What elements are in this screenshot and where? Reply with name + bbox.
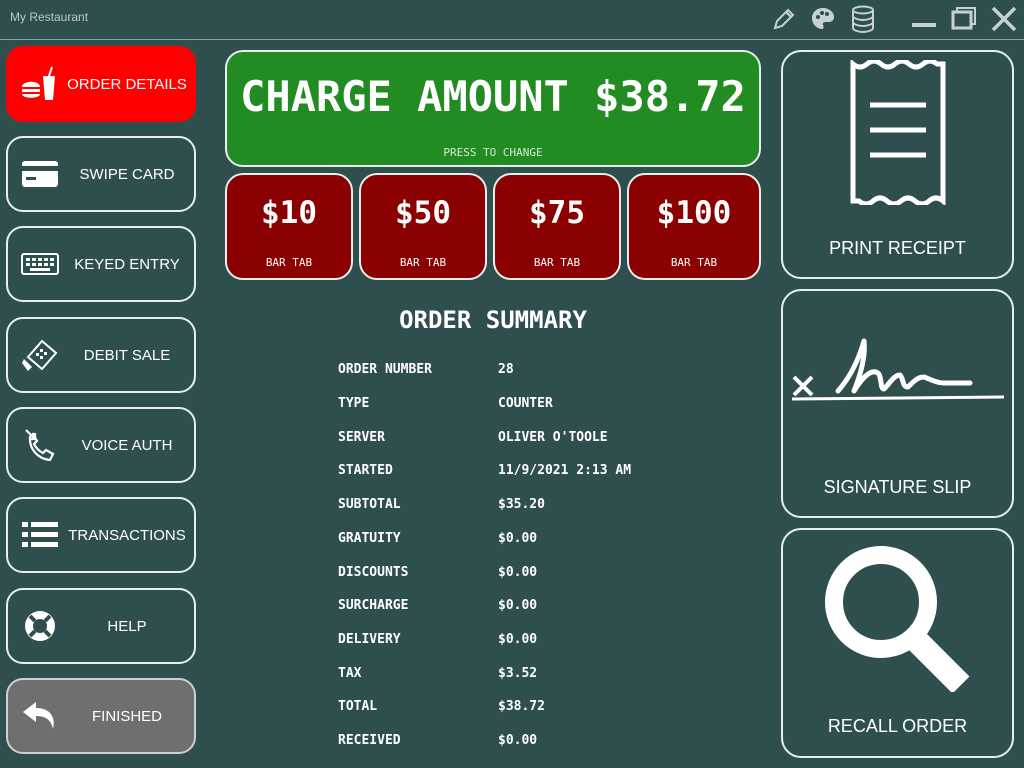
sidebar-item-label: TRANSACTIONS [68, 526, 186, 544]
bar-tab-label: BAR TAB [399, 256, 447, 269]
return-arrow-icon [14, 696, 66, 736]
summary-value: $0.00 [498, 598, 538, 613]
bar-tab-label: BAR TAB [533, 256, 581, 269]
recall-order-label: RECALL ORDER [827, 716, 968, 736]
summary-row: SURCHARGE $0.00 [338, 598, 758, 618]
sidebar-item-help[interactable]: HELP [6, 588, 196, 664]
sidebar-item-keyed-entry[interactable]: KEYED ENTRY [6, 226, 196, 302]
summary-row: DELIVERY $0.00 [338, 632, 758, 652]
sidebar-item-finished[interactable]: FINISHED [6, 678, 196, 754]
summary-value: $35.20 [498, 497, 545, 512]
summary-value: $0.00 [498, 531, 538, 546]
list-icon [14, 515, 66, 555]
summary-row: TYPE COUNTER [338, 396, 758, 416]
recall-order-button[interactable]: RECALL ORDER [781, 528, 1014, 758]
pencil-icon[interactable] [770, 5, 798, 33]
summary-key: DISCOUNTS [338, 565, 409, 580]
summary-row: DISCOUNTS $0.00 [338, 565, 758, 585]
summary-row: TOTAL $38.72 [338, 699, 758, 719]
summary-key: STARTED [338, 463, 393, 478]
summary-key: GRATUITY [338, 531, 401, 546]
app-title: My Restaurant [10, 10, 89, 24]
sidebar-item-debit-sale[interactable]: DEBIT SALE [6, 317, 196, 393]
summary-key: TAX [338, 666, 362, 681]
summary-value: $0.00 [498, 733, 538, 748]
credit-card-icon [14, 154, 66, 194]
summary-key: SERVER [338, 430, 385, 445]
print-receipt-button[interactable]: PRINT RECEIPT [781, 50, 1014, 279]
summary-key: TYPE [338, 396, 370, 411]
summary-row: STARTED 11/9/2021 2:13 AM [338, 463, 758, 483]
food-drink-icon [14, 64, 66, 104]
sidebar-item-label: VOICE AUTH [81, 436, 173, 454]
sidebar-item-voice-auth[interactable]: VOICE AUTH [6, 407, 196, 483]
sidebar-item-label: SWIPE CARD [79, 165, 175, 183]
search-icon [783, 542, 1012, 692]
summary-value: OLIVER O'TOOLE [498, 430, 608, 445]
summary-key: DELIVERY [338, 632, 401, 647]
minimize-icon[interactable] [910, 5, 938, 33]
title-bar: My Restaurant [0, 0, 1024, 40]
maximize-icon[interactable] [950, 5, 978, 33]
print-receipt-label: PRINT RECEIPT [829, 238, 966, 258]
signature-slip-button[interactable]: SIGNATURE SLIP [781, 289, 1014, 518]
bar-tab-100-button[interactable]: $100 BAR TAB [627, 173, 761, 280]
lifebuoy-icon [14, 606, 66, 646]
sidebar-item-label: HELP [107, 617, 147, 635]
charge-amount-button[interactable]: CHARGE AMOUNT $38.72 PRESS TO CHANGE [225, 50, 761, 167]
bar-tab-value: $100 [656, 195, 732, 231]
charge-amount: CHARGE AMOUNT $38.72 [240, 72, 746, 121]
sidebar-item-label: FINISHED [91, 707, 162, 725]
card-terminal-icon [14, 335, 66, 375]
bar-tab-10-button[interactable]: $10 BAR TAB [225, 173, 353, 280]
summary-key: RECEIVED [338, 733, 401, 748]
summary-key: ORDER NUMBER [338, 362, 432, 377]
sidebar-item-label: DEBIT SALE [83, 346, 171, 364]
bar-tab-label: BAR TAB [670, 256, 718, 269]
summary-value: $0.00 [498, 632, 538, 647]
summary-value: $38.72 [498, 699, 545, 714]
bar-tab-value: $10 [261, 195, 317, 231]
summary-value: COUNTER [498, 396, 553, 411]
summary-value: 28 [498, 362, 514, 377]
summary-key: SURCHARGE [338, 598, 409, 613]
sidebar-item-label: ORDER DETAILS [67, 75, 187, 93]
sidebar-item-transactions[interactable]: TRANSACTIONS [6, 497, 196, 573]
keyboard-icon [14, 244, 66, 284]
sidebar-item-label: KEYED ENTRY [74, 255, 180, 273]
summary-row: SUBTOTAL $35.20 [338, 497, 758, 517]
receipt-icon [783, 60, 1012, 205]
order-summary-title: ORDER SUMMARY [399, 306, 587, 334]
summary-row: TAX $3.52 [338, 666, 758, 686]
bar-tab-value: $50 [395, 195, 451, 231]
sidebar-item-swipe-card[interactable]: SWIPE CARD [6, 136, 196, 212]
summary-row: RECEIVED $0.00 [338, 733, 758, 753]
close-icon[interactable] [990, 5, 1018, 33]
phone-icon [14, 425, 66, 465]
sidebar-item-order-details[interactable]: ORDER DETAILS [6, 46, 196, 122]
summary-row: GRATUITY $0.00 [338, 531, 758, 551]
summary-key: TOTAL [338, 699, 378, 714]
palette-icon[interactable] [809, 5, 837, 33]
summary-key: SUBTOTAL [338, 497, 401, 512]
summary-row: ORDER NUMBER 28 [338, 362, 758, 382]
signature-slip-label: SIGNATURE SLIP [823, 477, 972, 497]
summary-value: $0.00 [498, 565, 538, 580]
bar-tab-value: $75 [529, 195, 585, 231]
summary-row: SERVER OLIVER O'TOOLE [338, 430, 758, 450]
summary-value: 11/9/2021 2:13 AM [498, 463, 632, 478]
press-to-change-hint: PRESS TO CHANGE [443, 146, 543, 159]
bar-tab-50-button[interactable]: $50 BAR TAB [359, 173, 487, 280]
database-icon[interactable] [849, 5, 877, 33]
bar-tab-label: BAR TAB [265, 256, 313, 269]
signature-icon [783, 331, 1012, 411]
summary-value: $3.52 [498, 666, 538, 681]
bar-tab-75-button[interactable]: $75 BAR TAB [493, 173, 621, 280]
